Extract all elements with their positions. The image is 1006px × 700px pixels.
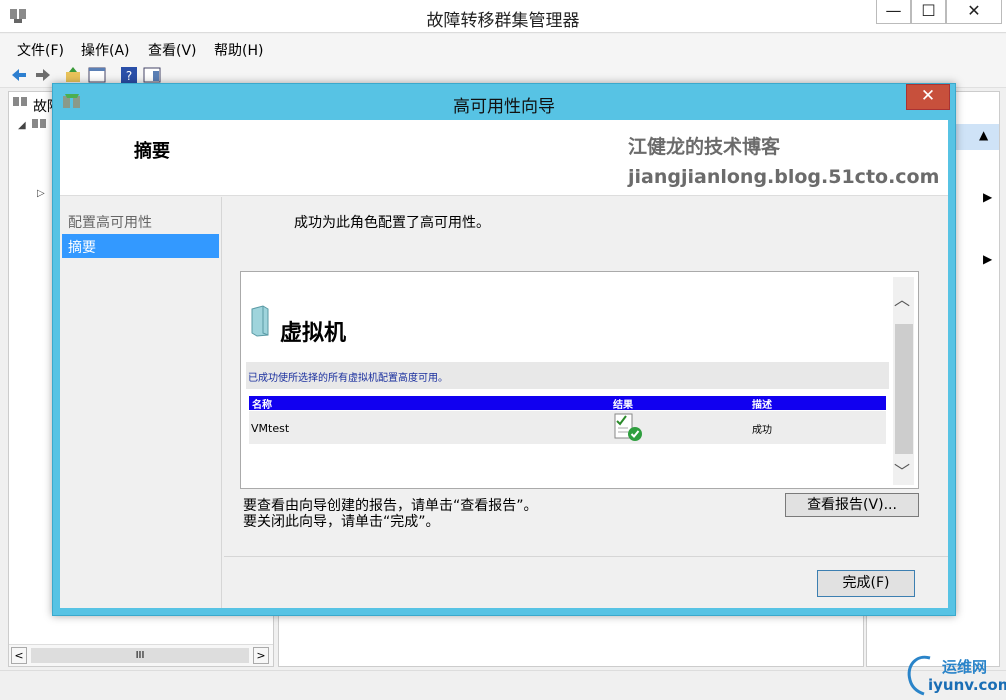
watermark-logo-name: 运维网	[942, 658, 988, 676]
watermark-name: 江健龙的技术博客	[628, 136, 781, 158]
report-info: 已成功使所选择的所有虚拟机配置高度可用。	[246, 362, 889, 389]
close-button[interactable]: ✕	[946, 0, 1002, 24]
horizontal-scrollbar[interactable]: < III >	[9, 644, 273, 666]
cell-description: 成功	[752, 425, 772, 436]
step-summary[interactable]: 摘要	[62, 234, 219, 258]
show-hide-action-pane-icon[interactable]	[143, 66, 161, 84]
success-check-icon	[614, 413, 642, 441]
status-bar	[0, 670, 1006, 700]
up-folder-icon[interactable]	[64, 66, 82, 84]
column-result: 结果	[613, 400, 633, 411]
minimize-button[interactable]: —	[876, 0, 911, 24]
scroll-right-button[interactable]: >	[253, 647, 269, 664]
watermark-url: jiangjianlong.blog.51cto.com	[628, 166, 940, 188]
hint-finish: 要关闭此向导，请单击“完成”。	[243, 514, 440, 530]
back-arrow-icon[interactable]	[10, 66, 28, 84]
step-configure[interactable]: 配置高可用性	[62, 209, 219, 233]
success-message: 成功为此角色配置了高可用性。	[294, 215, 490, 231]
wizard-steps	[60, 197, 222, 608]
menu-help[interactable]: 帮助(H)	[214, 40, 263, 60]
collapse-up-icon[interactable]: ▲	[979, 128, 988, 142]
scroll-up-icon[interactable]: ︿	[894, 286, 910, 310]
maximize-button[interactable]: ☐	[911, 0, 946, 24]
cell-name: VMtest	[251, 422, 290, 435]
scroll-left-button[interactable]: <	[11, 647, 27, 664]
submenu-arrow-icon[interactable]: ▶	[983, 190, 992, 204]
report-heading: 虚拟机	[280, 321, 347, 346]
tree-collapse-icon[interactable]: ▷	[37, 188, 45, 199]
finish-button[interactable]: 完成(F)	[817, 570, 915, 597]
divider	[224, 556, 948, 557]
submenu-arrow-icon[interactable]: ▶	[983, 252, 992, 266]
cluster-manager-icon	[13, 97, 27, 106]
server-icon	[251, 305, 269, 337]
page-title: 摘要	[134, 141, 170, 162]
table-row: VMtest 成功	[249, 411, 886, 444]
report-scroll-thumb[interactable]	[895, 324, 913, 454]
window-title: 故障转移群集管理器	[426, 11, 580, 31]
column-name: 名称	[252, 400, 272, 411]
column-description: 描述	[752, 400, 772, 411]
menu-view[interactable]: 查看(V)	[148, 40, 197, 60]
help-icon[interactable]: ?	[120, 66, 138, 84]
actions-header[interactable]: ▲	[955, 124, 999, 150]
report-table-header: 名称 结果 描述	[249, 396, 886, 411]
dialog-close-button[interactable]: ✕	[906, 84, 950, 110]
watermark-logo-url: iyunv.com	[928, 676, 1006, 694]
forward-arrow-icon[interactable]	[34, 66, 52, 84]
menu-action[interactable]: 操作(A)	[81, 40, 130, 60]
svg-text:?: ?	[126, 69, 132, 83]
menu-file[interactable]: 文件(F)	[17, 40, 64, 60]
scroll-thumb[interactable]: III	[31, 648, 249, 663]
show-hide-tree-icon[interactable]	[88, 66, 106, 84]
view-report-button[interactable]: 查看报告(V)...	[785, 493, 919, 517]
cluster-node-icon[interactable]	[31, 118, 47, 132]
dialog-title: 高可用性向导	[453, 97, 555, 117]
tree-expand-icon[interactable]: ◢	[18, 120, 26, 131]
scroll-down-icon[interactable]: ﹀	[894, 458, 910, 482]
